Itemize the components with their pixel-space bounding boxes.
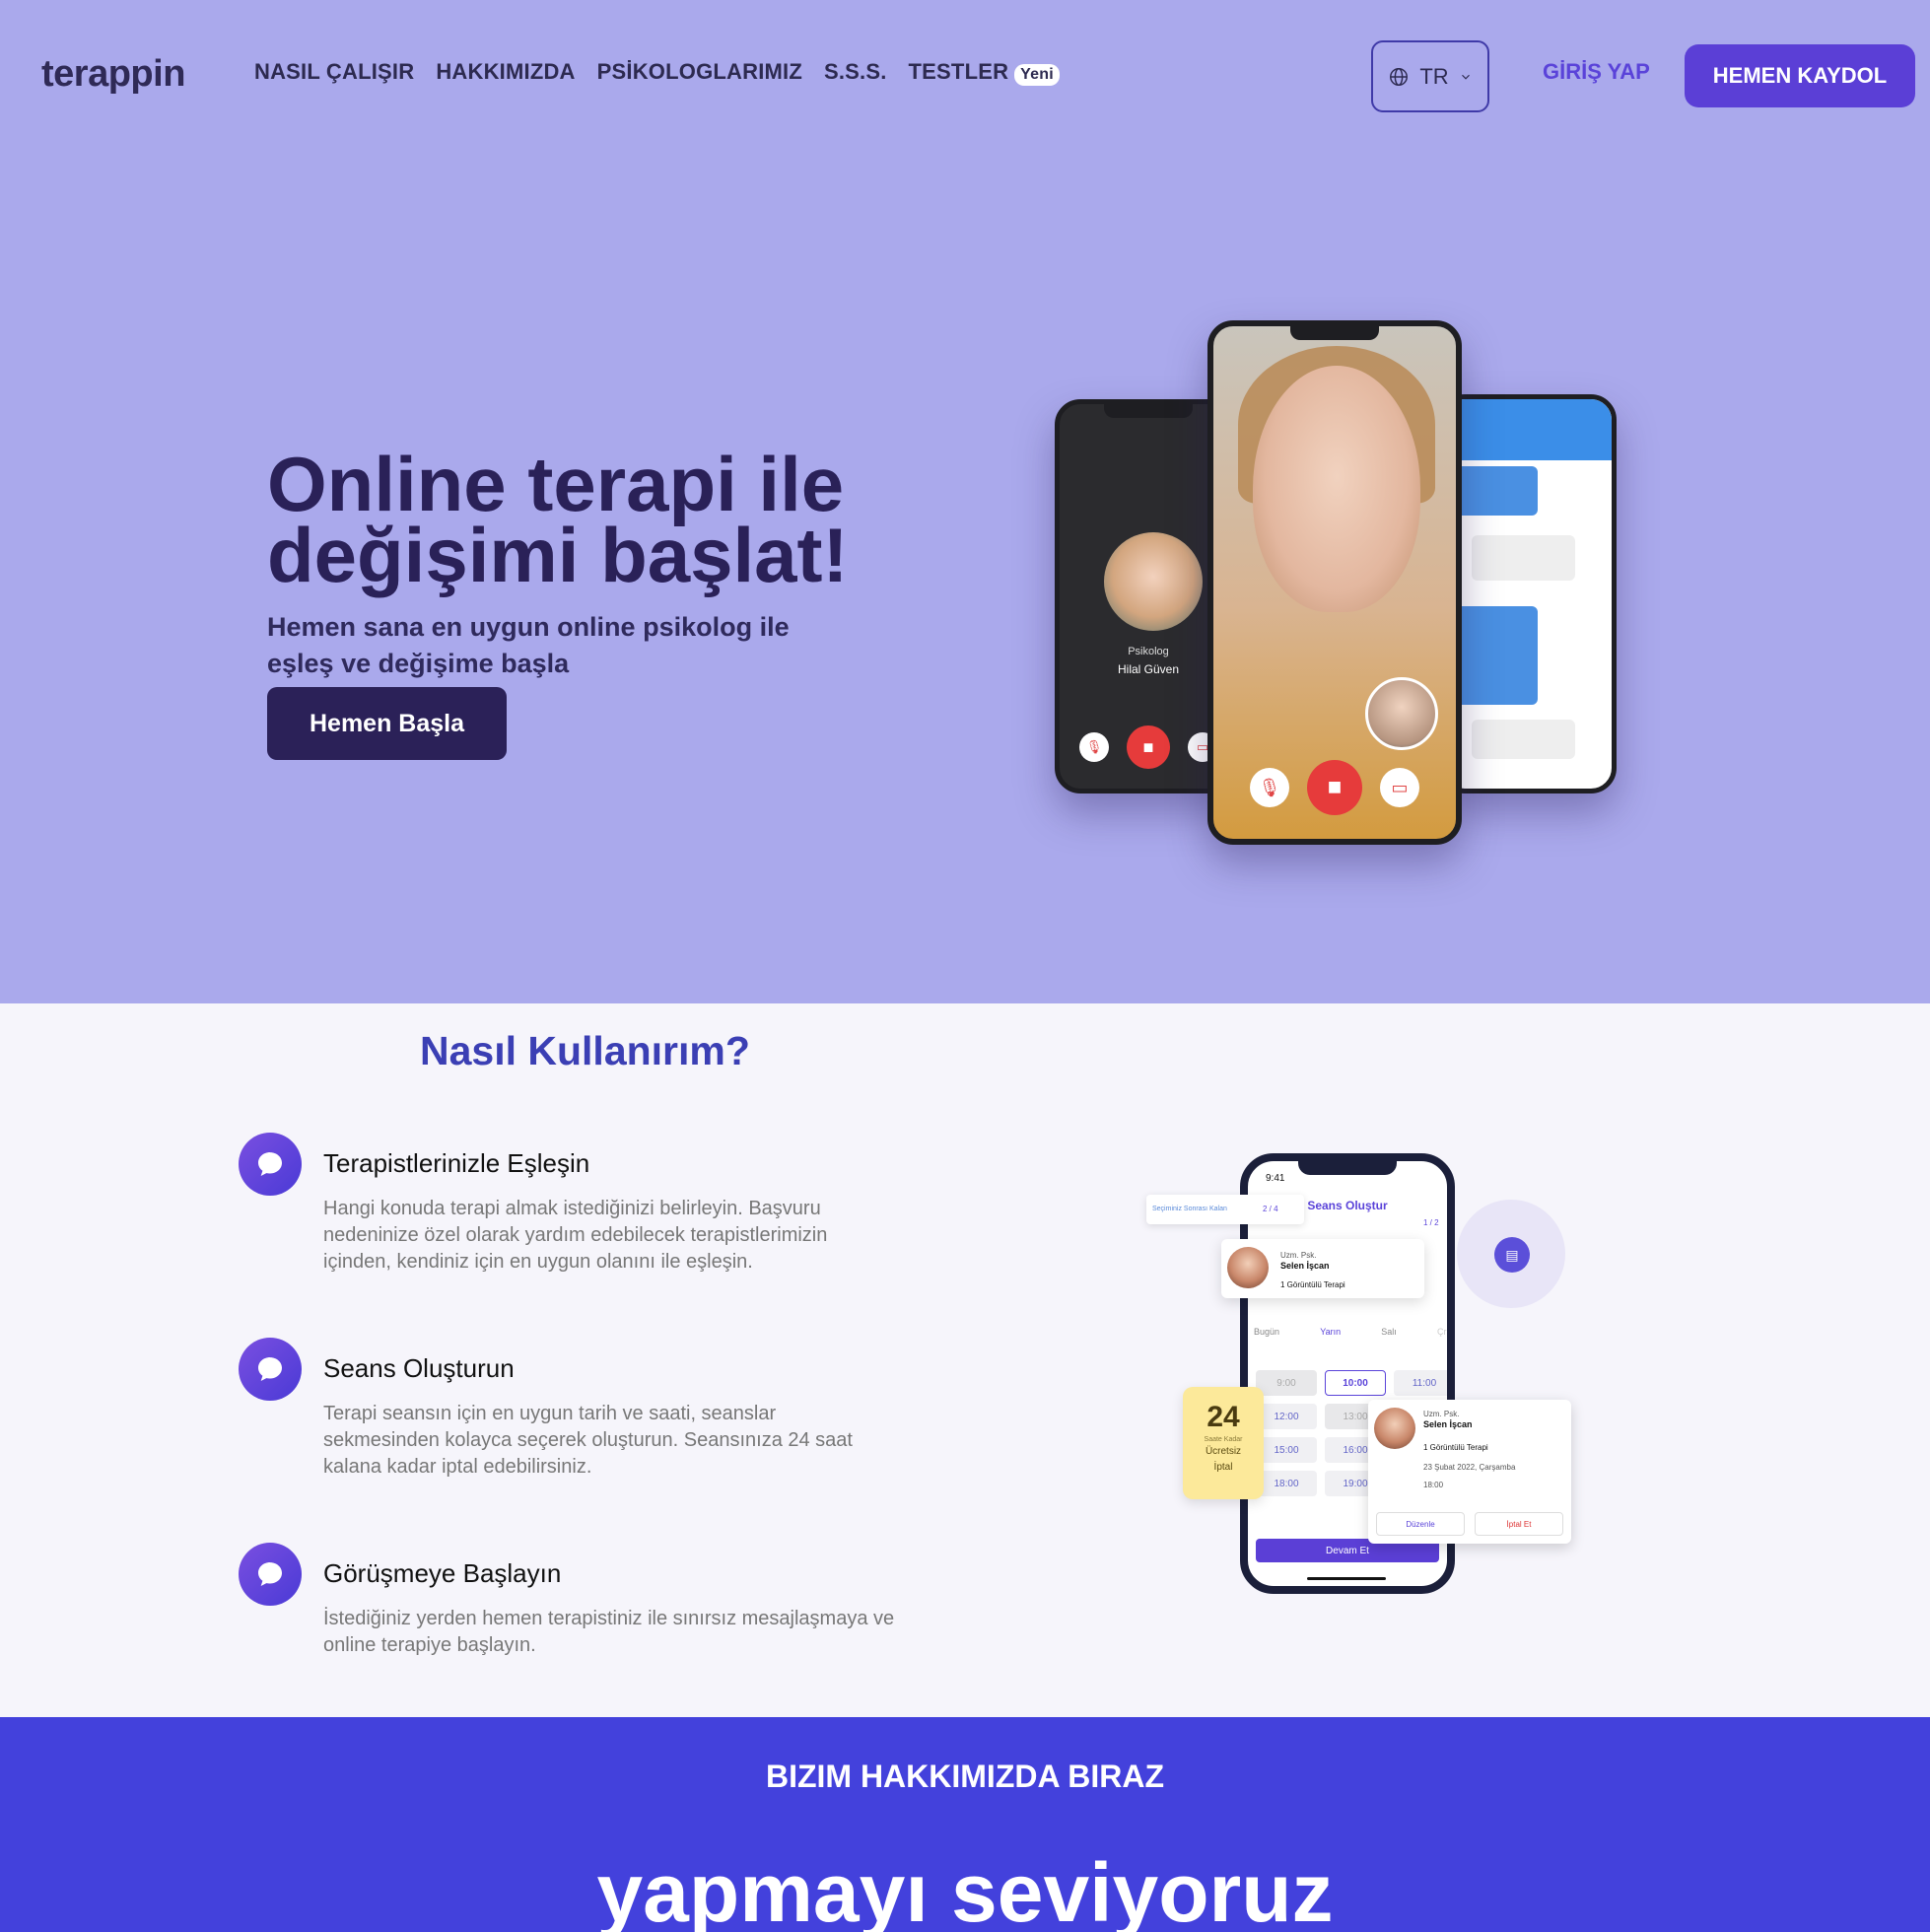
therapist-avatar <box>1374 1408 1415 1449</box>
day-tab: Salı <box>1381 1327 1397 1337</box>
chat-icon <box>239 1338 302 1401</box>
calendar-icon: ▤ <box>1494 1237 1530 1273</box>
chat-icon <box>239 1543 302 1606</box>
badge-number: 24 <box>1206 1401 1240 1433</box>
appointment-card: Uzm. Psk. Selen İşcan 1 Görüntülü Terapi… <box>1368 1400 1571 1544</box>
remaining-pill: Seçiminiz Sonrası Kalan 2 / 4 <box>1146 1195 1304 1224</box>
new-badge: Yeni <box>1014 64 1060 87</box>
step-text: Terapi seansın için en uygun tarih ve sa… <box>323 1403 853 1478</box>
therapist-card: Uzm. Psk. Selen İşcan 1 Görüntülü Terapi <box>1221 1239 1424 1298</box>
therapist-name: Selen İşcan <box>1423 1419 1473 1429</box>
woman-photo <box>1253 366 1420 612</box>
cancel-badge: 24 Saate Kadar Ücretsiz İptal <box>1183 1387 1264 1499</box>
nav-faq[interactable]: S.S.S. <box>824 59 887 85</box>
chat-icon <box>239 1133 302 1196</box>
screen-icon: ▭ <box>1380 768 1419 807</box>
step-title: Seans Oluşturun <box>323 1353 515 1383</box>
step-indicator: 1 / 2 <box>1423 1218 1439 1227</box>
badge-text: Ücretsiz <box>1205 1446 1242 1457</box>
about-headline: yapmayı seviyoruz <box>596 1846 1334 1932</box>
remaining-label: Seçiminiz Sonrası Kalan <box>1152 1206 1227 1212</box>
day-tabs: Bugün Yarın Salı Çrş <box>1254 1327 1451 1337</box>
hero-subtitle: Hemen sana en uygun online psikolog ile … <box>267 612 790 678</box>
nav-how-it-works[interactable]: NASIL ÇALIŞIR <box>254 59 414 85</box>
step-title: Görüşmeye Başlayın <box>323 1558 562 1588</box>
logo[interactable]: terappin <box>41 53 185 96</box>
badge-text: İptal <box>1213 1462 1233 1473</box>
nav-about[interactable]: HAKKIMIZDA <box>436 59 575 85</box>
nav-psychologists[interactable]: PSİKOLOGLARIMIZ <box>597 59 802 85</box>
status-time: 9:41 <box>1266 1173 1285 1184</box>
session-type: 1 Görüntülü Terapi <box>1423 1443 1488 1452</box>
step-text: İstediğiniz yerden hemen terapistiniz il… <box>323 1608 895 1656</box>
app-mockup: ▤ 9:41 Seans Oluştur 1 / 2 Bugün Yarın S… <box>1143 1150 1577 1594</box>
about-kicker: BIZIM HAKKIMIZDA BIRAZ <box>765 1759 1165 1794</box>
hero-section: terappin NASIL ÇALIŞIR HAKKIMIZDA PSİKOL… <box>0 0 1930 1003</box>
therapist-avatar <box>1227 1247 1269 1288</box>
start-button[interactable]: Hemen Başla <box>267 687 507 760</box>
chat-header <box>1444 399 1612 460</box>
phones-illustration: Psikolog Hilal Güven 🎙 ■ ▭ 🎙 ■ ▭ <box>1045 315 1636 867</box>
time-slot: 12:00 <box>1256 1404 1317 1429</box>
time-slot: 11:00 <box>1394 1370 1447 1396</box>
time-slot: 9:00 <box>1256 1370 1317 1396</box>
phone-center: 🎙 ■ ▭ <box>1207 320 1462 845</box>
video-icon: ■ <box>1307 760 1362 815</box>
remaining-count: 2 / 4 <box>1263 1205 1278 1213</box>
time-slot: 15:00 <box>1256 1437 1317 1463</box>
therapist-role: Uzm. Psk. <box>1423 1410 1460 1418</box>
hero-title: Online terapi ile değişimi başlat! <box>267 441 849 598</box>
time-slot: 10:00 <box>1325 1370 1386 1396</box>
therapist-role: Uzm. Psk. <box>1280 1251 1317 1260</box>
nav-tests-label: TESTLER <box>908 59 1009 84</box>
session-type: 1 Görüntülü Terapi <box>1280 1280 1345 1289</box>
language-value: TR <box>1419 63 1449 89</box>
session-date: 23 Şubat 2022, Çarşamba <box>1423 1463 1516 1472</box>
session-time: 18:00 <box>1423 1481 1444 1489</box>
video-icon: ■ <box>1127 725 1170 769</box>
signup-button[interactable]: HEMEN KAYDOL <box>1685 44 1915 107</box>
about-section: BIZIM HAKKIMIZDA BIRAZ yapmayı seviyoruz <box>0 1717 1930 1932</box>
badge-small: Saate Kadar <box>1204 1436 1243 1443</box>
nav-tests[interactable]: TESTLER Yeni <box>908 59 1060 87</box>
day-tab: Bugün <box>1254 1327 1280 1337</box>
language-selector[interactable]: TR <box>1371 40 1489 112</box>
how-title: Nasıl Kullanırım? <box>420 1028 750 1073</box>
calendar-bubble: ▤ <box>1457 1200 1565 1308</box>
cancel-button: İptal Et <box>1475 1512 1563 1536</box>
step-title: Terapistlerinizle Eşleşin <box>323 1148 590 1178</box>
edit-button: Düzenle <box>1376 1512 1465 1536</box>
day-tab: Yarın <box>1320 1327 1342 1337</box>
time-slot: 18:00 <box>1256 1471 1317 1496</box>
phone-right <box>1439 394 1617 794</box>
therapist-name: Selen İşcan <box>1280 1261 1330 1271</box>
main-nav: NASIL ÇALIŞIR HAKKIMIZDA PSİKOLOGLARIMIZ… <box>254 59 1060 87</box>
chevron-down-icon <box>1461 74 1470 80</box>
day-tab: Çrş <box>1437 1327 1451 1337</box>
psychologist-avatar <box>1104 532 1203 631</box>
caller-thumbnail <box>1365 677 1438 750</box>
mic-icon: 🎙 <box>1079 732 1109 762</box>
mic-icon: 🎙 <box>1250 768 1289 807</box>
globe-icon <box>1390 67 1409 86</box>
login-link[interactable]: GİRİŞ YAP <box>1543 59 1650 85</box>
step-text: Hangi konuda terapi almak istediğinizi b… <box>323 1198 828 1273</box>
